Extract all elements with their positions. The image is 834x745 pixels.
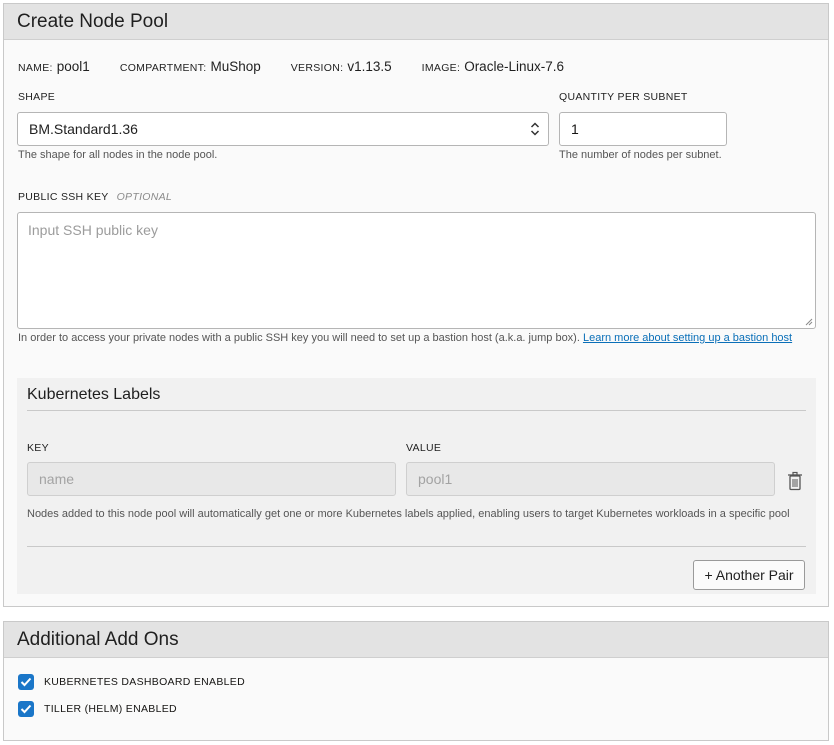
resize-grip-icon[interactable] — [805, 318, 813, 326]
meta-compartment: COMPARTMENT: MuShop — [119, 59, 261, 74]
tiller-checkbox[interactable] — [18, 701, 34, 717]
label-key-placeholder: name — [39, 471, 75, 487]
tiller-checkbox-row[interactable]: TILLER (HELM) ENABLED — [18, 701, 177, 717]
shape-select-value: BM.Standard1.36 — [29, 121, 138, 137]
additional-addons-panel: Additional Add Ons KUBERNETES DASHBOARD … — [3, 621, 829, 741]
panel-header: Additional Add Ons — [4, 622, 828, 658]
divider — [27, 410, 806, 411]
panel-header: Create Node Pool — [4, 4, 828, 40]
add-pair-button[interactable]: + Another Pair — [693, 560, 805, 590]
quantity-label: QUANTITY PER SUBNET — [559, 91, 688, 103]
checkmark-icon — [20, 704, 32, 714]
kubernetes-labels-section: Kubernetes Labels KEY VALUE name pool1 N… — [17, 378, 816, 594]
dashboard-checkbox-label: KUBERNETES DASHBOARD ENABLED — [44, 676, 245, 688]
divider — [27, 546, 806, 547]
optional-tag: OPTIONAL — [116, 191, 173, 203]
panel-title: Create Node Pool — [17, 10, 169, 32]
shape-select[interactable]: BM.Standard1.36 — [17, 112, 549, 146]
meta-version: VERSION: v1.13.5 — [290, 59, 392, 74]
kubernetes-labels-title: Kubernetes Labels — [27, 386, 161, 403]
shape-help: The shape for all nodes in the node pool… — [18, 149, 218, 161]
value-label: VALUE — [406, 442, 442, 454]
ssh-help: In order to access your private nodes wi… — [18, 332, 792, 344]
label-value-input[interactable]: pool1 — [406, 462, 775, 496]
shape-label: SHAPE — [18, 91, 56, 103]
trash-icon[interactable] — [787, 471, 803, 491]
node-pool-meta: NAME: pool1 COMPARTMENT: MuShop VERSION:… — [18, 59, 594, 74]
quantity-help: The number of nodes per subnet. — [559, 149, 722, 161]
checkmark-icon — [20, 677, 32, 687]
labels-help: Nodes added to this node pool will autom… — [27, 508, 790, 520]
dashboard-checkbox[interactable] — [18, 674, 34, 690]
label-key-input[interactable]: name — [27, 462, 396, 496]
meta-image: IMAGE: Oracle-Linux-7.6 — [421, 59, 564, 74]
tiller-checkbox-label: TILLER (HELM) ENABLED — [44, 703, 177, 715]
meta-name: NAME: pool1 — [18, 59, 90, 74]
dashboard-checkbox-row[interactable]: KUBERNETES DASHBOARD ENABLED — [18, 674, 245, 690]
ssh-key-label-text: PUBLIC SSH KEY — [18, 191, 109, 203]
panel-title: Additional Add Ons — [17, 628, 179, 650]
quantity-value: 1 — [571, 121, 579, 137]
quantity-input[interactable]: 1 — [559, 112, 727, 146]
select-arrows-icon — [530, 122, 540, 136]
ssh-help-text: In order to access your private nodes wi… — [18, 332, 580, 344]
ssh-key-placeholder: Input SSH public key — [28, 222, 158, 238]
bastion-host-link[interactable]: Learn more about setting up a bastion ho… — [583, 332, 792, 344]
create-node-pool-panel: Create Node Pool NAME: pool1 COMPARTMENT… — [3, 3, 829, 607]
ssh-key-textarea[interactable]: Input SSH public key — [17, 212, 816, 329]
key-label: KEY — [27, 442, 49, 454]
ssh-key-label: PUBLIC SSH KEY OPTIONAL — [18, 191, 172, 203]
label-value-placeholder: pool1 — [418, 471, 453, 487]
